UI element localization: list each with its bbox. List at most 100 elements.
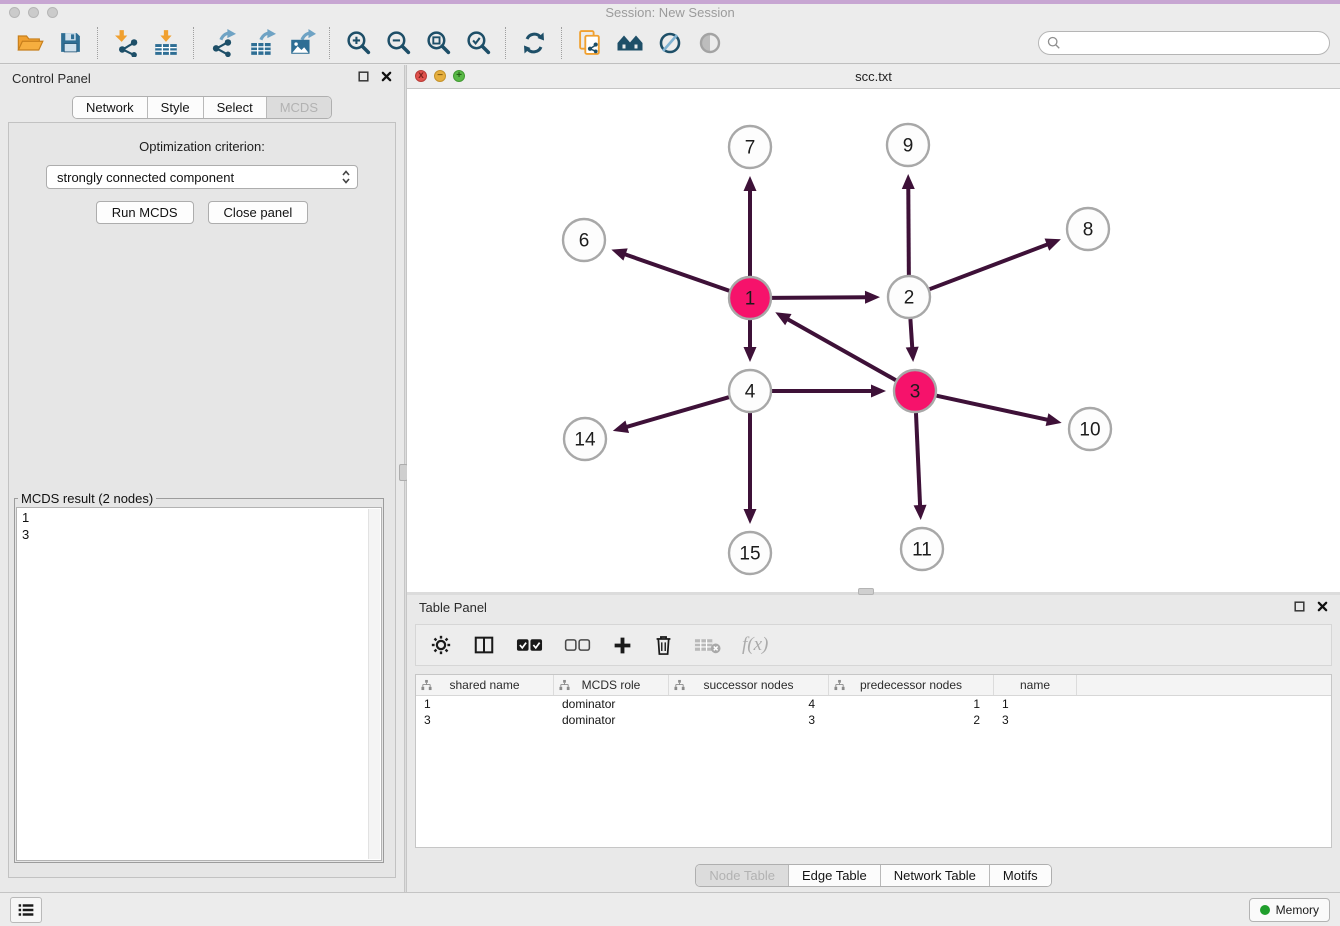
tab-edge-table[interactable]: Edge Table — [789, 865, 881, 886]
graph-edge-1-7[interactable] — [744, 176, 757, 276]
result-scrollbar[interactable] — [368, 509, 380, 859]
close-table-panel-button[interactable] — [1317, 599, 1328, 617]
show-all-button[interactable] — [690, 25, 730, 61]
table-row[interactable]: 3dominator323 — [416, 712, 1331, 728]
zoom-out-icon — [385, 29, 412, 56]
import-table-button[interactable] — [146, 25, 186, 61]
zoom-in-button[interactable] — [338, 25, 378, 61]
float-panel-button[interactable] — [358, 69, 369, 87]
export-image-button[interactable] — [282, 25, 322, 61]
float-table-panel-button[interactable] — [1294, 599, 1305, 617]
network-canvas[interactable]: 7 9 6 8 1 2 4 3 14 10 15 11 — [407, 89, 1340, 592]
show-column-button[interactable] — [473, 634, 495, 656]
memory-button[interactable]: Memory — [1249, 898, 1330, 922]
graph-node-1[interactable]: 1 — [729, 277, 771, 319]
zoom-selected-button[interactable] — [458, 25, 498, 61]
graph-edge-1-6[interactable] — [611, 248, 729, 290]
graph-edge-4-14[interactable] — [613, 397, 729, 433]
column-header-predecessor-nodes[interactable]: predecessor nodes — [829, 675, 994, 695]
column-header-shared-name[interactable]: shared name — [416, 675, 554, 695]
table-row[interactable]: 1dominator411 — [416, 696, 1331, 712]
table-cell[interactable]: 1 — [994, 696, 1077, 712]
table-cell[interactable]: 2 — [829, 712, 994, 728]
tab-style[interactable]: Style — [148, 97, 204, 118]
export-table-button[interactable] — [242, 25, 282, 61]
first-neighbors-button[interactable] — [610, 25, 650, 61]
graph-edge-3-10[interactable] — [936, 396, 1061, 426]
table-cell[interactable]: 3 — [669, 712, 829, 728]
graph-edge-1-2[interactable] — [772, 291, 880, 304]
minimize-window-button[interactable] — [28, 7, 39, 18]
create-column-button[interactable] — [612, 635, 633, 656]
tab-node-table[interactable]: Node Table — [696, 865, 789, 886]
apply-layout-button[interactable] — [514, 25, 554, 61]
column-header-name[interactable]: name — [994, 675, 1077, 695]
close-window-button[interactable] — [9, 7, 20, 18]
graph-edge-3-1[interactable] — [775, 312, 896, 380]
search-input[interactable] — [1067, 34, 1321, 51]
graph-node-8[interactable]: 8 — [1067, 208, 1109, 250]
graph-node-7[interactable]: 7 — [729, 126, 771, 168]
column-header-successor-nodes[interactable]: successor nodes — [669, 675, 829, 695]
import-network-button[interactable] — [106, 25, 146, 61]
open-session-button[interactable] — [10, 25, 50, 61]
horizontal-splitter-handle[interactable] — [858, 588, 874, 595]
criterion-select[interactable]: strongly connected component — [46, 165, 358, 189]
graph-node-3[interactable]: 3 — [894, 370, 936, 412]
search-box[interactable] — [1038, 31, 1330, 55]
table-cell[interactable]: 3 — [994, 712, 1077, 728]
close-panel-button[interactable] — [381, 69, 392, 87]
table-cell[interactable]: dominator — [554, 712, 669, 728]
tab-select[interactable]: Select — [204, 97, 267, 118]
tab-motifs[interactable]: Motifs — [990, 865, 1051, 886]
zoom-out-button[interactable] — [378, 25, 418, 61]
graph-edge-2-9[interactable] — [902, 174, 915, 275]
unselect-all-columns-button[interactable] — [564, 638, 591, 652]
graph-node-4[interactable]: 4 — [729, 370, 771, 412]
graph-edge-4-15[interactable] — [744, 413, 757, 524]
graph-edge-1-4[interactable] — [744, 320, 757, 362]
maximize-view-button[interactable]: + — [453, 70, 465, 82]
table-cell[interactable]: 1 — [416, 696, 554, 712]
new-network-from-selection-button[interactable] — [570, 25, 610, 61]
column-header-label: MCDS role — [582, 678, 641, 692]
network-window-controls: x − + — [415, 70, 465, 82]
graph-node-2[interactable]: 2 — [888, 276, 930, 318]
hide-selected-button[interactable] — [650, 25, 690, 61]
graph-edge-2-3[interactable] — [906, 319, 919, 362]
maximize-window-button[interactable] — [47, 7, 58, 18]
export-network-button[interactable] — [202, 25, 242, 61]
function-builder-button-disabled[interactable]: f(x) — [742, 634, 768, 656]
table-toolbar: f(x) — [415, 624, 1332, 666]
tab-network[interactable]: Network — [73, 97, 148, 118]
save-session-button[interactable] — [50, 25, 90, 61]
task-history-button[interactable] — [10, 897, 42, 923]
table-cell[interactable]: 1 — [829, 696, 994, 712]
graph-edge-2-8[interactable] — [930, 239, 1061, 290]
table-cell[interactable]: 4 — [669, 696, 829, 712]
graph-node-11[interactable]: 11 — [901, 528, 943, 570]
graph-edge-4-3[interactable] — [772, 385, 886, 398]
graph-node-9[interactable]: 9 — [887, 124, 929, 166]
close-view-button[interactable]: x — [415, 70, 427, 82]
table-panel-tabs: Node TableEdge TableNetwork TableMotifs — [695, 864, 1051, 887]
zoom-fit-button[interactable] — [418, 25, 458, 61]
column-header-mcds-role[interactable]: MCDS role — [554, 675, 669, 695]
minimize-view-button[interactable]: − — [434, 70, 446, 82]
select-all-columns-button[interactable] — [516, 638, 543, 652]
graph-edge-3-11[interactable] — [914, 413, 927, 520]
close-panel-action-button[interactable]: Close panel — [208, 201, 309, 224]
table-settings-button[interactable] — [430, 634, 452, 656]
graph-node-10[interactable]: 10 — [1069, 408, 1111, 450]
tab-network-table[interactable]: Network Table — [881, 865, 990, 886]
graph-node-14[interactable]: 14 — [564, 418, 606, 460]
run-mcds-button[interactable]: Run MCDS — [96, 201, 194, 224]
table-cell[interactable]: dominator — [554, 696, 669, 712]
delete-column-button[interactable] — [654, 634, 673, 656]
table-cell[interactable]: 3 — [416, 712, 554, 728]
graph-node-6[interactable]: 6 — [563, 219, 605, 261]
mcds-result-area[interactable]: 1 3 — [16, 507, 382, 861]
graph-node-15[interactable]: 15 — [729, 532, 771, 574]
delete-table-button-disabled[interactable] — [694, 635, 721, 655]
tab-mcds[interactable]: MCDS — [267, 97, 331, 118]
